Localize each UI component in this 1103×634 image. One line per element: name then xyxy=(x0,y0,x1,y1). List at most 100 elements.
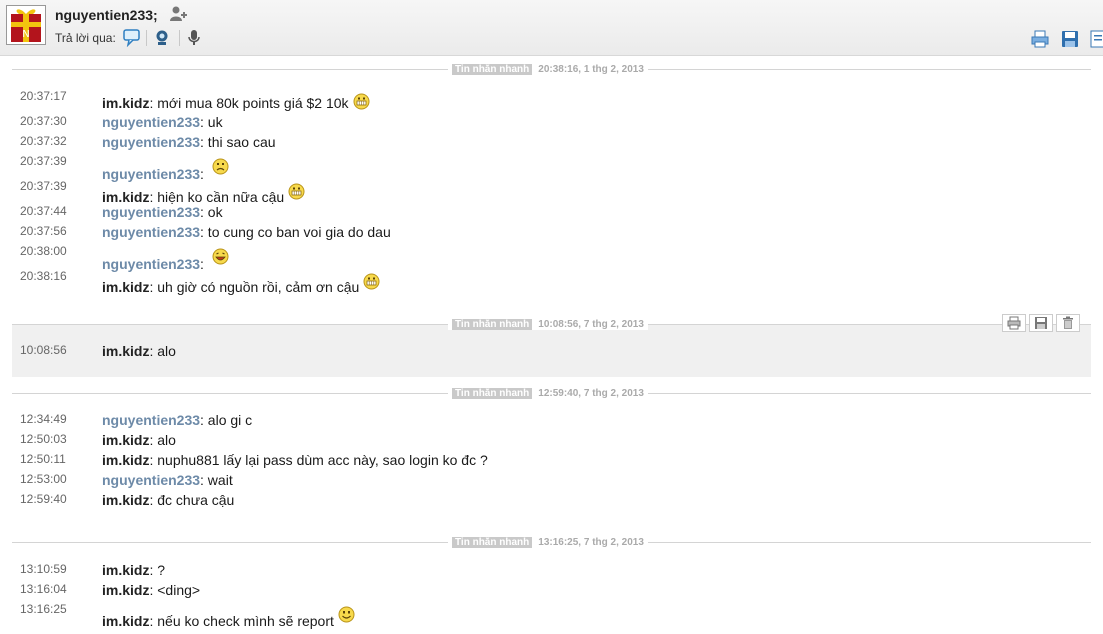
message-row: 12:34:49 nguyentien233: alo gi c xyxy=(0,412,1103,432)
message-row: 20:37:32 nguyentien233: thi sao cau xyxy=(0,134,1103,154)
session-tag: Tin nhắn nhanh xyxy=(452,537,533,548)
message-row: 13:16:04 im.kidz: <ding> xyxy=(0,582,1103,602)
message-time: 12:34:49 xyxy=(20,412,67,426)
message-sender: im.kidz xyxy=(102,432,150,448)
message-text: : nếu ko check mình sẽ report xyxy=(149,613,334,629)
message-content: nguyentien233: uk xyxy=(102,114,223,130)
message-time: 20:38:00 xyxy=(20,244,67,258)
message-text: : nuphu881 lấy lại pass dùm acc này, sao… xyxy=(149,452,488,468)
reply-via-label: Trả lời qua: xyxy=(55,31,116,45)
message-text: : to cung co ban voi gia do dau xyxy=(200,224,391,240)
session-header: Tin nhắn nhanh 13:16:25, 7 thg 2, 2013 xyxy=(448,537,648,548)
message-row: 12:50:03 im.kidz: alo xyxy=(0,432,1103,452)
message-text: : hiện ko cần nữa cậu xyxy=(149,189,285,205)
message-time: 20:37:39 xyxy=(20,179,67,193)
message-time: 12:50:11 xyxy=(20,452,66,466)
message-content: nguyentien233: ok xyxy=(102,204,223,220)
message-sender: im.kidz xyxy=(102,582,150,598)
message-content: im.kidz: mới mua 80k points giá $2 10k xyxy=(102,93,370,113)
message-text: : alo xyxy=(149,343,176,359)
smile-emoticon-icon xyxy=(338,606,355,626)
session-print-button[interactable] xyxy=(1002,314,1026,332)
message-text: : thi sao cau xyxy=(200,134,276,150)
message-time: 13:16:25 xyxy=(20,602,67,616)
conversation-header: N nguyentien233; Trả lời qua: xyxy=(0,0,1103,56)
message-sender: nguyentien233 xyxy=(102,224,201,240)
message-text: : ok xyxy=(200,204,223,220)
message-text: : wait xyxy=(200,472,233,488)
save-icon[interactable] xyxy=(1060,29,1080,52)
message-text: : mới mua 80k points giá $2 10k xyxy=(149,95,349,111)
message-time: 12:59:40 xyxy=(20,492,67,506)
webcam-icon[interactable] xyxy=(153,29,171,50)
message-time: 12:53:00 xyxy=(20,472,67,486)
message-content: nguyentien233: wait xyxy=(102,472,233,488)
message-sender: nguyentien233 xyxy=(102,134,201,150)
grin-emoticon-icon xyxy=(363,273,380,293)
message-sender: im.kidz xyxy=(102,189,150,205)
message-row: 20:38:16 im.kidz: uh giờ có nguồn rồi, c… xyxy=(0,269,1103,295)
message-row: 12:53:00 nguyentien233: wait xyxy=(0,472,1103,492)
message-content: im.kidz: uh giờ có nguồn rồi, cảm ơn cậu xyxy=(102,273,380,295)
message-content: im.kidz: alo xyxy=(102,343,176,359)
message-sender: nguyentien233 xyxy=(102,204,201,220)
message-text: : alo gi c xyxy=(200,412,253,428)
voice-call-icon[interactable] xyxy=(186,29,202,50)
message-row: 12:50:11 im.kidz: nuphu881 lấy lại pass … xyxy=(0,452,1103,472)
message-row: 20:37:39 nguyentien233: xyxy=(0,154,1103,182)
message-row: 10:08:56 im.kidz: alo xyxy=(0,343,1103,363)
message-row: 20:37:56 nguyentien233: to cung co ban v… xyxy=(0,224,1103,244)
grin-emoticon-icon xyxy=(288,183,305,203)
message-content: nguyentien233: to cung co ban voi gia do… xyxy=(102,224,391,240)
toolbar-divider xyxy=(179,30,180,46)
session-timestamp: 20:38:16, 1 thg 2, 2013 xyxy=(538,64,644,75)
session-timestamp: 13:16:25, 7 thg 2, 2013 xyxy=(538,537,644,548)
session-timestamp: 10:08:56, 7 thg 2, 2013 xyxy=(538,319,644,330)
message-time: 10:08:56 xyxy=(20,343,67,357)
message-row: 13:10:59 im.kidz: ? xyxy=(0,562,1103,582)
message-content: im.kidz: ? xyxy=(102,562,165,578)
message-sender: im.kidz xyxy=(102,279,150,295)
message-text: : uh giờ có nguồn rồi, cảm ơn cậu xyxy=(149,279,360,295)
message-text: : uk xyxy=(200,114,223,130)
message-content: im.kidz: alo xyxy=(102,432,176,448)
message-sender: im.kidz xyxy=(102,613,150,629)
instant-message-icon[interactable] xyxy=(122,29,142,50)
export-document-icon[interactable] xyxy=(1089,29,1103,52)
message-text: : <ding> xyxy=(149,582,201,598)
session-tag: Tin nhắn nhanh xyxy=(452,64,533,75)
message-content: im.kidz: hiện ko cần nữa cậu xyxy=(102,183,305,205)
laugh-emoticon-icon xyxy=(212,248,229,268)
message-time: 20:37:17 xyxy=(20,89,67,103)
add-contact-icon[interactable] xyxy=(169,5,187,26)
confused-emoticon-icon xyxy=(212,158,229,178)
session-timestamp: 12:59:40, 7 thg 2, 2013 xyxy=(538,388,644,399)
message-time: 13:10:59 xyxy=(20,562,67,576)
contact-avatar[interactable]: N xyxy=(6,5,46,45)
contact-name[interactable]: nguyentien233; xyxy=(55,7,158,23)
message-row: 20:38:00 nguyentien233: xyxy=(0,244,1103,272)
session-delete-button[interactable] xyxy=(1056,314,1080,332)
message-content: nguyentien233: thi sao cau xyxy=(102,134,276,150)
message-time: 20:37:32 xyxy=(20,134,67,148)
message-row: 20:37:44 nguyentien233: ok xyxy=(0,204,1103,224)
message-row: 12:59:40 im.kidz: đc chưa cậu xyxy=(0,492,1103,512)
message-sender: im.kidz xyxy=(102,95,150,111)
message-text: : alo xyxy=(149,432,176,448)
session-header: Tin nhắn nhanh 10:08:56, 7 thg 2, 2013 xyxy=(448,319,648,330)
session-toolbar xyxy=(1002,314,1083,332)
print-icon[interactable] xyxy=(1030,29,1050,52)
message-sender: im.kidz xyxy=(102,492,150,508)
message-time: 20:37:39 xyxy=(20,154,67,168)
message-row: 20:37:39 im.kidz: hiện ko cần nữa cậu xyxy=(0,179,1103,205)
message-row: 20:37:17 im.kidz: mới mua 80k points giá… xyxy=(0,89,1103,113)
message-content: nguyentien233: alo gi c xyxy=(102,412,252,428)
session-header: Tin nhắn nhanh 12:59:40, 7 thg 2, 2013 xyxy=(448,388,648,399)
message-sender: nguyentien233 xyxy=(102,412,201,428)
session-save-button[interactable] xyxy=(1029,314,1053,332)
message-row: 20:37:30 nguyentien233: uk xyxy=(0,114,1103,134)
message-time: 13:16:04 xyxy=(20,582,67,596)
message-time: 20:37:56 xyxy=(20,224,67,238)
grin-emoticon-icon xyxy=(353,93,370,113)
message-text: : ? xyxy=(149,562,166,578)
